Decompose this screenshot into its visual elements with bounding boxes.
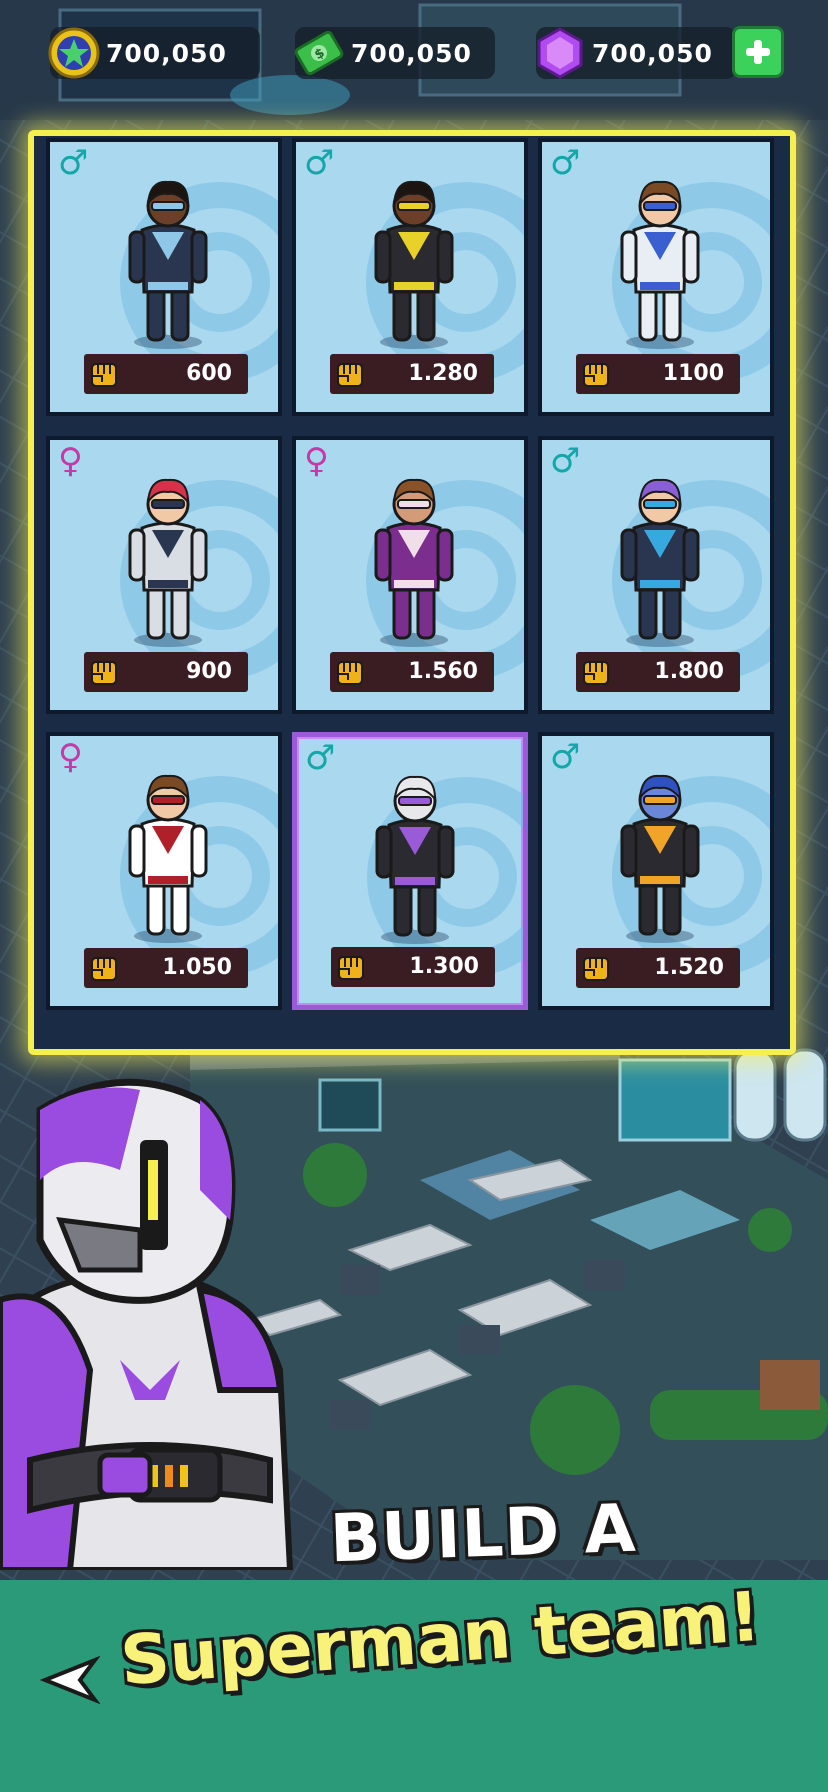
cash-icon: $	[294, 30, 344, 76]
male-gender-icon: ♂	[304, 143, 335, 183]
star-coin-icon	[48, 27, 100, 79]
hero-card[interactable]: ♀ 1.050	[46, 732, 282, 1010]
male-gender-icon: ♂	[550, 143, 581, 183]
power-badge: 1.050	[84, 948, 248, 988]
female-gender-icon: ♀	[58, 737, 83, 777]
male-gender-icon: ♂	[550, 737, 581, 777]
hero-figure	[375, 775, 455, 944]
gem-value: 700,050	[592, 39, 713, 68]
power-badge: 600	[84, 354, 248, 394]
hero-card[interactable]: ♀ 1.560	[292, 436, 528, 714]
male-gender-icon: ♂	[58, 143, 89, 183]
star-coin-counter: 700,050	[48, 27, 260, 79]
power-badge: 1.280	[330, 354, 494, 394]
power-value: 1.560	[408, 659, 478, 684]
hero-figure	[620, 180, 700, 349]
power-value: 1100	[662, 361, 724, 386]
male-gender-icon: ♂	[305, 738, 336, 778]
power-value: 900	[186, 659, 232, 684]
gem-counter: 700,050	[536, 27, 736, 79]
power-value: 1.520	[654, 955, 724, 980]
featured-hero-portrait	[0, 1078, 294, 1570]
fist-icon	[337, 363, 363, 387]
power-badge: 1.560	[330, 652, 494, 692]
hero-card[interactable]: ♂ 1.520	[538, 732, 774, 1010]
female-gender-icon: ♀	[304, 441, 329, 481]
hero-card[interactable]: ♂ 1.280	[292, 138, 528, 416]
hero-selection-panel: ♂ 600 ♂ 1.280 ♂ 1100 ♀ 900 ♀ 1.560 ♂ 1.800 ♀ 1.050 ♂ 1.…	[28, 130, 796, 1055]
power-value: 600	[186, 361, 232, 386]
hero-card[interactable]: ♂ 600	[46, 138, 282, 416]
power-badge: 1.800	[576, 652, 740, 692]
gem-icon	[537, 27, 583, 79]
power-badge: 1100	[576, 354, 740, 394]
fist-icon	[583, 957, 609, 981]
cash-counter: $ 700,050	[294, 27, 495, 79]
hero-figure	[374, 478, 454, 647]
star-coin-value: 700,050	[106, 39, 227, 68]
hero-figure	[128, 774, 208, 943]
hero-card[interactable]: ♂ 1.300	[292, 732, 528, 1010]
hero-figure	[620, 774, 700, 943]
male-gender-icon: ♂	[550, 441, 581, 481]
hero-card[interactable]: ♂ 1.800	[538, 436, 774, 714]
arrow-decoration-icon	[40, 1655, 100, 1705]
power-value: 1.280	[408, 361, 478, 386]
power-badge: 900	[84, 652, 248, 692]
cash-value: 700,050	[351, 39, 472, 68]
hero-card[interactable]: ♀ 900	[46, 436, 282, 714]
power-badge: 1.300	[331, 947, 495, 987]
currency-bar: 700,050 $ 700,050 700,050	[0, 0, 828, 110]
hero-figure	[374, 180, 454, 349]
power-value: 1.800	[654, 659, 724, 684]
fist-icon	[583, 363, 609, 387]
promo-title-line1: BUILD A	[328, 1489, 638, 1578]
fist-icon	[338, 956, 364, 980]
fist-icon	[91, 363, 117, 387]
fist-icon	[91, 957, 117, 981]
power-badge: 1.520	[576, 948, 740, 988]
hero-figure	[128, 180, 208, 349]
hero-figure	[128, 478, 208, 647]
hero-card[interactable]: ♂ 1100	[538, 138, 774, 416]
power-value: 1.050	[162, 955, 232, 980]
female-gender-icon: ♀	[58, 441, 83, 481]
hero-figure	[620, 478, 700, 647]
power-value: 1.300	[409, 954, 479, 979]
fist-icon	[583, 661, 609, 685]
fist-icon	[91, 661, 117, 685]
add-currency-button[interactable]	[732, 26, 784, 78]
fist-icon	[337, 661, 363, 685]
